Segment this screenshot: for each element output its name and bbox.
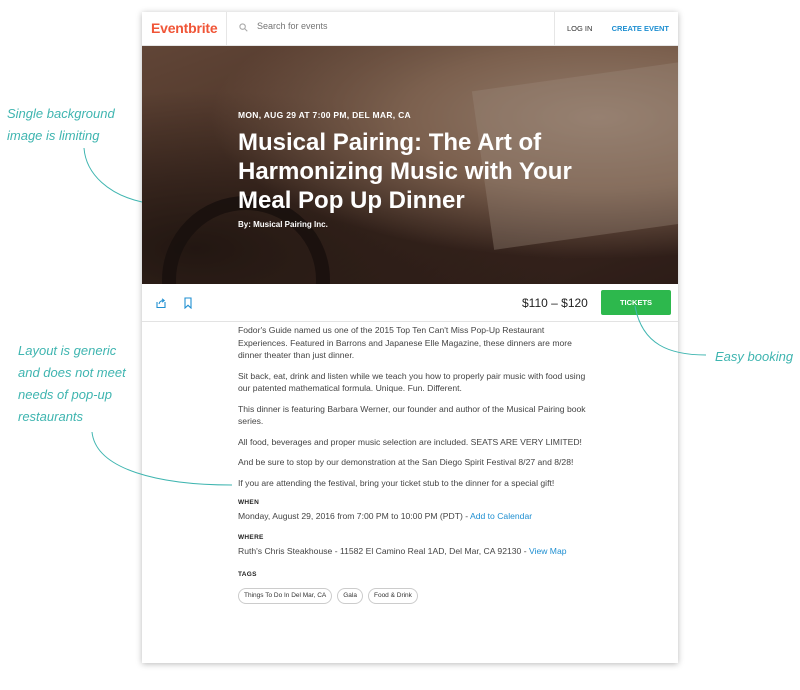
search-icon bbox=[239, 23, 248, 32]
top-navigation: Eventbrite LOG IN CREATE EVENT bbox=[142, 12, 678, 46]
description-paragraph: All food, beverages and proper music sel… bbox=[238, 436, 582, 447]
tag-chip[interactable]: Things To Do In Del Mar, CA bbox=[238, 587, 333, 604]
description-paragraph: If you are attending the festival, bring… bbox=[238, 477, 555, 488]
share-icon[interactable] bbox=[155, 297, 167, 309]
when-text: Monday, August 29, 2016 from 7:00 PM to … bbox=[238, 510, 470, 521]
where-label: WHERE bbox=[238, 534, 264, 541]
bookmark-icon[interactable] bbox=[183, 297, 193, 309]
create-event-link[interactable]: CREATE EVENT bbox=[612, 12, 669, 45]
description-paragraph: Fodor's Guide named us one of the 2015 T… bbox=[238, 325, 572, 360]
view-map-link[interactable]: View Map bbox=[529, 546, 567, 556]
action-bar: $110 – $120 TICKETS bbox=[142, 284, 678, 322]
tag-chip[interactable]: Food & Drink bbox=[367, 587, 418, 604]
description-paragraph: And be sure to stop by our demonstration… bbox=[238, 457, 574, 467]
where-details: Ruth's Chris Steakhouse - 11582 El Camin… bbox=[238, 545, 588, 558]
event-title: Musical Pairing: The Art of Harmonizing … bbox=[238, 129, 572, 214]
price-range: $110 – $120 bbox=[522, 296, 588, 310]
description-paragraph: Sit back, eat, drink and listen while we… bbox=[238, 370, 586, 394]
search-input[interactable] bbox=[255, 20, 499, 32]
when-details: Monday, August 29, 2016 from 7:00 PM to … bbox=[238, 510, 588, 523]
tags-label: TAGS bbox=[238, 571, 257, 578]
add-to-calendar-link[interactable]: Add to Calendar bbox=[470, 511, 532, 521]
event-description: Fodor's Guide named us one of the 2015 T… bbox=[238, 324, 588, 604]
eventbrite-logo[interactable]: Eventbrite bbox=[151, 20, 218, 36]
annotation-booking: Easy booking bbox=[715, 349, 794, 364]
tag-list: Things To Do In Del Mar, CA Gala Food & … bbox=[238, 587, 588, 604]
callout-line-background bbox=[83, 147, 143, 203]
login-link[interactable]: LOG IN bbox=[554, 12, 604, 45]
when-label: WHEN bbox=[238, 499, 260, 506]
event-organizer[interactable]: By: Musical Pairing Inc. bbox=[238, 220, 328, 229]
event-date: MON, AUG 29 AT 7:00 PM, DEL MAR, CA bbox=[238, 110, 411, 120]
description-paragraph: This dinner is featuring Barbara Werner,… bbox=[238, 403, 586, 427]
hero-banner: MON, AUG 29 AT 7:00 PM, DEL MAR, CA Musi… bbox=[142, 46, 678, 284]
annotation-layout: Layout is generic and does not meet need… bbox=[18, 343, 126, 424]
search-box[interactable] bbox=[226, 12, 517, 45]
annotation-background: Single background image is limiting bbox=[7, 106, 115, 143]
where-text: Ruth's Chris Steakhouse - 11582 El Camin… bbox=[238, 545, 529, 556]
tag-chip[interactable]: Gala bbox=[337, 587, 363, 604]
tickets-button[interactable]: TICKETS bbox=[601, 290, 671, 315]
event-page: Eventbrite LOG IN CREATE EVENT MON, AUG … bbox=[142, 12, 678, 663]
